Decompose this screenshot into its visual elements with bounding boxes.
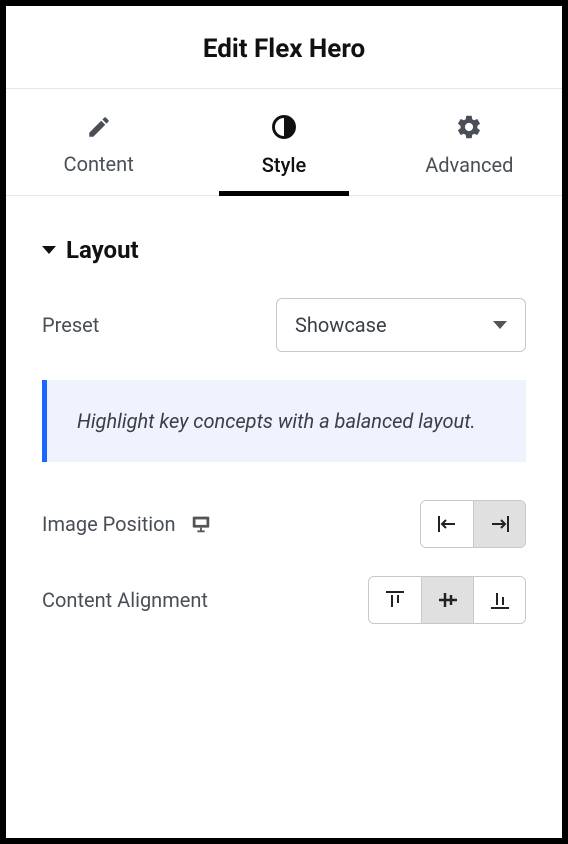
preset-info-text: Highlight key concepts with a balanced l… [77,409,476,433]
image-position-label: Image Position [42,512,176,536]
chevron-down-icon [493,321,507,329]
tabs: Content Style Advanced [6,89,562,196]
image-position-label-group: Image Position [42,512,212,536]
section-title: Layout [66,236,139,264]
style-panel: Layout Preset Showcase Highlight key con… [6,196,562,838]
caret-down-icon [42,246,56,254]
preset-value: Showcase [295,313,387,337]
content-align-middle[interactable] [421,577,473,623]
tab-style[interactable]: Style [191,89,376,195]
preset-row: Preset Showcase [42,298,526,352]
tab-label: Advanced [425,153,513,177]
tab-advanced[interactable]: Advanced [377,89,562,195]
section-layout-header[interactable]: Layout [42,236,526,264]
preset-label: Preset [42,313,99,337]
content-alignment-label: Content Alignment [42,588,208,612]
tab-label: Content [64,152,134,176]
tab-content[interactable]: Content [6,89,191,195]
content-align-top[interactable] [369,577,421,623]
tab-label: Style [262,153,306,177]
content-alignment-group [368,576,526,624]
content-alignment-row: Content Alignment [42,576,526,624]
preset-info: Highlight key concepts with a balanced l… [42,380,526,462]
gear-icon [455,113,483,141]
pencil-icon [86,114,112,140]
content-align-bottom[interactable] [473,577,525,623]
panel-header: Edit Flex Hero [6,6,562,89]
desktop-icon[interactable] [190,513,212,535]
image-position-group [420,500,526,548]
page-title: Edit Flex Hero [6,34,562,64]
image-position-right[interactable] [473,501,525,547]
image-position-left[interactable] [421,501,473,547]
preset-select[interactable]: Showcase [276,298,526,352]
contrast-icon [270,113,298,141]
image-position-row: Image Position [42,500,526,548]
